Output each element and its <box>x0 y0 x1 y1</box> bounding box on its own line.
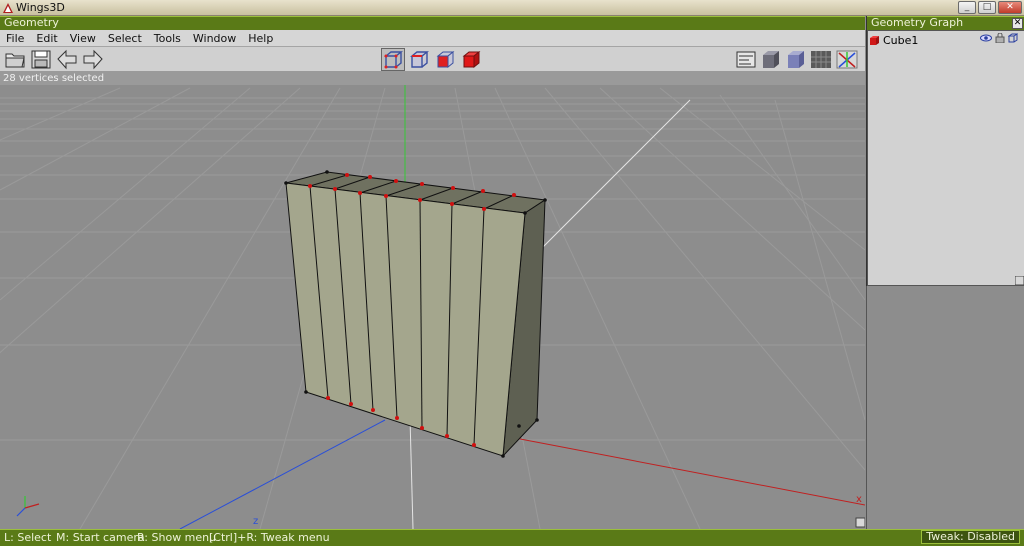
smooth-shaded-icon[interactable] <box>760 49 782 70</box>
vertex-mode-icon[interactable] <box>382 49 404 70</box>
axis-gizmo <box>16 496 40 517</box>
3d-viewport[interactable]: x z <box>0 85 865 529</box>
window-title: Wings3D <box>16 1 65 14</box>
redo-arrow-icon[interactable] <box>82 49 104 70</box>
ground-plane-icon[interactable] <box>810 49 832 70</box>
body-mode-icon[interactable] <box>460 49 482 70</box>
axes-toggle-icon[interactable] <box>836 49 858 70</box>
object-toggle-icons <box>980 33 1018 43</box>
geometry-panel-title: Geometry <box>0 16 865 30</box>
edge-mode-icon[interactable] <box>408 49 430 70</box>
geometry-graph-list <box>867 30 1024 286</box>
geometry-graph-title-label: Geometry Graph <box>871 16 964 29</box>
right-empty-area <box>866 286 1024 529</box>
geometry-graph-panel: Geometry Graph ✕ Cube1 <box>866 16 1024 286</box>
bottom-hint-bar: L: Select M: Start camera R: Show menu [… <box>0 529 1024 546</box>
menu-help[interactable]: Help <box>242 30 279 46</box>
panel-resize-grip[interactable] <box>1015 276 1024 285</box>
z-axis-label: z <box>253 516 258 527</box>
menu-file[interactable]: File <box>0 30 30 46</box>
minimize-button[interactable]: _ <box>958 1 976 14</box>
object-cube-icon <box>870 36 879 45</box>
menu-view[interactable]: View <box>64 30 102 46</box>
hint-middle-click: M: Start camera <box>56 531 145 544</box>
geometry-graph-title: Geometry Graph ✕ <box>867 16 1024 30</box>
face-mode-icon[interactable] <box>434 49 456 70</box>
close-panel-icon[interactable]: ✕ <box>1012 18 1023 29</box>
window-titlebar: Wings3D _ □ ✕ <box>0 0 1024 16</box>
menu-edit[interactable]: Edit <box>30 30 63 46</box>
menu-bar: File Edit View Select Tools Window Help <box>0 30 865 47</box>
menu-window[interactable]: Window <box>187 30 242 46</box>
close-window-button[interactable]: ✕ <box>998 1 1022 14</box>
selection-info-bar: 28 vertices selected <box>0 72 865 85</box>
menu-tools[interactable]: Tools <box>148 30 187 46</box>
open-folder-icon[interactable] <box>4 49 26 70</box>
visibility-eye-icon[interactable] <box>980 33 992 43</box>
undo-arrow-icon[interactable] <box>56 49 78 70</box>
wings3d-app-icon <box>3 3 13 13</box>
menu-select[interactable]: Select <box>102 30 148 46</box>
axis-white-lower <box>409 417 414 529</box>
viewport-resize-grip[interactable] <box>855 517 865 528</box>
maximize-button[interactable]: □ <box>978 1 996 14</box>
wireframe-cube-icon[interactable] <box>1008 33 1018 43</box>
viewport-scene[interactable]: x z <box>0 85 865 529</box>
lock-icon[interactable] <box>995 33 1005 43</box>
x-axis-label: x <box>856 494 862 505</box>
selection-count-text: 28 vertices selected <box>3 73 105 84</box>
geometry-title-label: Geometry <box>4 16 59 29</box>
toolbar <box>0 47 865 72</box>
cube1-model[interactable] <box>284 170 547 458</box>
hint-left-click: L: Select <box>4 531 52 544</box>
z-axis-blue <box>179 419 386 529</box>
workmode-icon[interactable] <box>735 49 757 70</box>
x-axis-red <box>514 437 865 506</box>
graph-object-row[interactable]: Cube1 <box>869 34 918 47</box>
tweak-status[interactable]: Tweak: Disabled <box>921 530 1020 544</box>
object-name: Cube1 <box>883 34 919 47</box>
save-icon[interactable] <box>30 49 52 70</box>
hint-right-click: R: Show menu <box>137 531 217 544</box>
flat-shaded-icon[interactable] <box>785 49 807 70</box>
hint-tweak-menu: [Ctrl]+R: Tweak menu <box>209 531 330 544</box>
window-controls: _ □ ✕ <box>958 1 1022 14</box>
